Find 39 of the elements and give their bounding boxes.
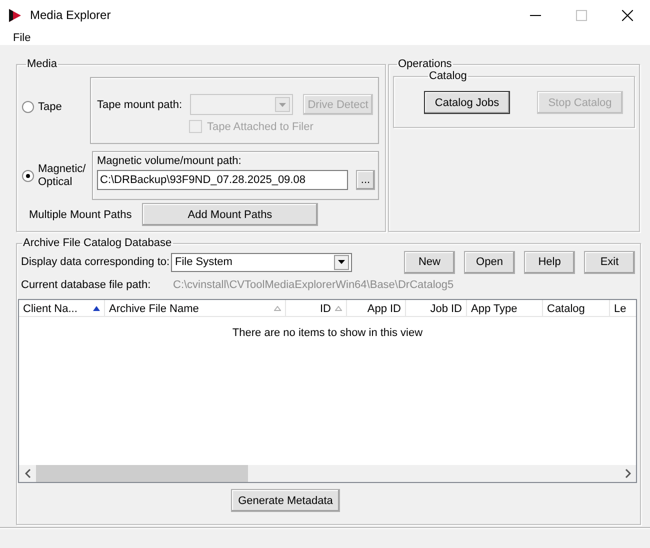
field-label: Multiple Mount Paths bbox=[28, 208, 133, 220]
empty-message: There are no items to show in this view bbox=[232, 327, 423, 339]
add-mount-paths-button[interactable]: Add Mount Paths bbox=[142, 203, 318, 226]
column-header[interactable]: App Type bbox=[467, 300, 543, 317]
display-dropdown[interactable]: File System bbox=[171, 252, 352, 272]
radio-label: Magnetic/ Optical bbox=[38, 162, 87, 188]
column-header[interactable]: Archive File Name bbox=[105, 300, 286, 317]
group-title: Archive File Catalog Database bbox=[22, 237, 173, 249]
group-title: Media bbox=[26, 58, 58, 70]
catalog-button[interactable]: Catalog Jobs bbox=[424, 91, 510, 114]
group-title: Operations bbox=[397, 58, 453, 70]
action-button[interactable]: Exit bbox=[584, 250, 635, 274]
group-title: Catalog bbox=[428, 70, 468, 82]
file-path: C:\cvinstall\CVToolMediaExplorerWin64\Base\DrCatalog5 bbox=[173, 279, 454, 291]
column-header[interactable]: Client Na... bbox=[19, 300, 105, 317]
action-button[interactable]: Open bbox=[464, 250, 515, 274]
field-label: Display data corresponding to: bbox=[21, 256, 171, 268]
column-header[interactable]: ID bbox=[286, 300, 347, 317]
field-label: Tape mount path: bbox=[97, 98, 184, 110]
radio-button[interactable] bbox=[22, 170, 34, 182]
generate-metadata-button[interactable]: Generate Metadata bbox=[231, 489, 340, 512]
field-label: Current database file path: bbox=[21, 279, 152, 291]
mount-path-field[interactable]: C:\DRBackup\93F9ND_07.28.2025_09.08 bbox=[97, 170, 348, 190]
browse-button[interactable]: ... bbox=[356, 170, 375, 190]
column-header[interactable]: Catalog bbox=[543, 300, 610, 317]
column-header[interactable]: Le bbox=[610, 300, 636, 317]
close-icon[interactable] bbox=[622, 10, 632, 20]
action-button[interactable]: Help bbox=[524, 250, 575, 274]
radio-label: Tape bbox=[38, 100, 63, 114]
menu-item[interactable]: File bbox=[13, 32, 31, 44]
window-title: Media Explorer bbox=[30, 8, 112, 22]
column-header[interactable]: Job ID bbox=[406, 300, 467, 317]
action-button[interactable]: New bbox=[404, 250, 455, 274]
field-label: Magnetic volume/mount path: bbox=[97, 155, 242, 167]
checkbox-label: Tape Attached to Filer bbox=[207, 120, 314, 132]
column-header[interactable]: App ID bbox=[347, 300, 406, 317]
app-icon bbox=[9, 8, 21, 22]
horizontal-scrollbar[interactable] bbox=[19, 465, 636, 482]
radio-button[interactable] bbox=[22, 101, 34, 113]
